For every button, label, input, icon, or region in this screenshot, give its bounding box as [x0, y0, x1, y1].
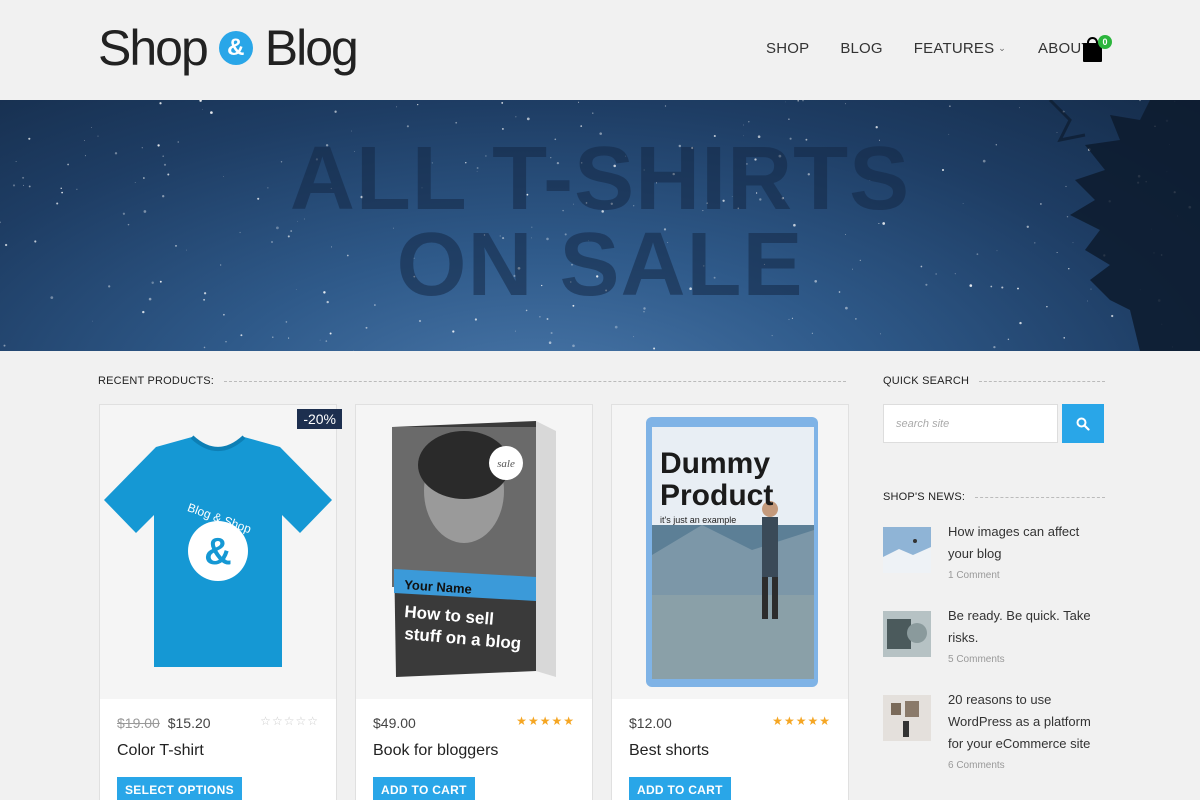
chevron-down-icon: ⌄ [998, 43, 1007, 53]
rating-stars: ★★★★★ [772, 714, 831, 728]
current-price: $12.00 [629, 715, 672, 731]
star-icon: ★ [551, 714, 564, 728]
product-price: $49.00 [373, 715, 416, 731]
logo-ampersand-icon: & [218, 31, 253, 65]
nav-item-features[interactable]: FEATURES ⌄ [914, 40, 1006, 57]
product-name[interactable]: Color T-shirt [117, 742, 204, 760]
search-button[interactable] [1062, 404, 1104, 443]
star-icon: ☆ [260, 714, 272, 728]
discount-badge: -20% [297, 409, 342, 429]
hero-banner[interactable]: ALL T-SHIRTS ON SALE [0, 100, 1200, 351]
dvd-title-line-2: Product [660, 479, 773, 512]
news-comments[interactable]: 1 Comment [948, 570, 1000, 581]
site-logo[interactable]: Shop & Blog [98, 20, 359, 76]
star-icon: ★ [795, 714, 808, 728]
book-sale-sticker: sale [497, 458, 515, 470]
cart-count-badge: 0 [1098, 35, 1112, 49]
hero-headline: ALL T-SHIRTS ON SALE [0, 129, 1200, 315]
product-card-best-shorts[interactable]: Dummy Product it's just an example $12.0… [611, 404, 849, 800]
add-to-cart-button[interactable]: ADD TO CART [629, 777, 731, 800]
news-item[interactable]: Be ready. Be quick. Take risks. 5 Commen… [883, 605, 1105, 675]
star-icon: ★ [516, 714, 528, 728]
heading-divider [979, 380, 1105, 382]
product-card-color-tshirt[interactable]: & Blog & Shop -20% $19.00 $15.20 ☆☆☆☆☆ C… [99, 404, 342, 800]
dvd-subtitle: it's just an example [660, 515, 736, 525]
recent-products-title: RECENT PRODUCTS: [98, 375, 215, 387]
current-price: $49.00 [373, 715, 416, 731]
product-price: $12.00 [629, 715, 672, 731]
star-icon: ★ [563, 714, 575, 728]
logo-text-shop: Shop [98, 20, 209, 76]
shops-news-heading: SHOP'S NEWS: [883, 491, 1105, 503]
news-title[interactable]: Be ready. Be quick. Take risks. [948, 605, 1108, 649]
product-image-dvd[interactable]: Dummy Product it's just an example [612, 405, 848, 699]
rating-stars: ☆☆☆☆☆ [260, 714, 319, 728]
hero-line-1: ALL T-SHIRTS [289, 129, 911, 229]
quick-search-heading: QUICK SEARCH [883, 375, 1105, 387]
star-icon: ☆ [271, 714, 284, 728]
news-comments[interactable]: 5 Comments [948, 654, 1005, 665]
star-icon: ☆ [283, 714, 296, 728]
product-name[interactable]: Book for bloggers [373, 742, 498, 760]
site-header: Shop & Blog SHOP BLOG FEATURES ⌄ ABOUT 0 [0, 0, 1200, 100]
dvd-illustration: Dummy Product it's just an example [646, 417, 818, 687]
svg-text:&: & [204, 531, 231, 573]
star-icon: ★ [819, 714, 831, 728]
star-icon: ★ [772, 714, 784, 728]
hero-line-2: ON SALE [396, 215, 804, 315]
product-image-tshirt[interactable]: & Blog & Shop [100, 405, 336, 699]
recent-products-heading: RECENT PRODUCTS: [98, 375, 846, 387]
product-image-book[interactable]: sale Your Name How to sell stuff on a bl… [356, 405, 592, 699]
current-price: $15.20 [167, 715, 211, 731]
dvd-title-line-1: Dummy [660, 447, 770, 480]
news-thumbnail[interactable] [883, 527, 931, 573]
star-icon: ☆ [295, 714, 308, 728]
logo-text-blog: Blog [264, 20, 359, 76]
news-thumbnail[interactable] [883, 695, 931, 741]
news-comments[interactable]: 6 Comments [948, 760, 1005, 771]
old-price: $19.00 [117, 715, 160, 731]
news-title[interactable]: 20 reasons to use WordPress as a platfor… [948, 689, 1108, 755]
star-icon: ★ [807, 714, 820, 728]
product-card-book-for-bloggers[interactable]: sale Your Name How to sell stuff on a bl… [355, 404, 593, 800]
add-to-cart-button[interactable]: ADD TO CART [373, 777, 475, 800]
star-icon: ★ [783, 714, 796, 728]
search-input[interactable] [883, 404, 1058, 443]
star-icon: ★ [527, 714, 540, 728]
book-illustration: sale Your Name How to sell stuff on a bl… [392, 421, 556, 677]
nav-item-blog[interactable]: BLOG [840, 40, 882, 57]
star-icon: ☆ [307, 714, 319, 728]
quick-search-title: QUICK SEARCH [883, 375, 970, 387]
news-item[interactable]: How images can affect your blog 1 Commen… [883, 521, 1105, 591]
main-nav: SHOP BLOG FEATURES ⌄ ABOUT [766, 40, 1091, 57]
cart-icon[interactable]: 0 [1083, 35, 1112, 64]
news-thumbnail[interactable] [883, 611, 931, 657]
nav-item-features-label: FEATURES [913, 40, 995, 57]
heading-divider [224, 380, 846, 382]
product-price: $19.00 $15.20 [117, 715, 211, 731]
star-icon: ★ [539, 714, 552, 728]
tshirt-illustration: & Blog & Shop [104, 435, 332, 667]
rating-stars: ★★★★★ [516, 714, 575, 728]
news-title[interactable]: How images can affect your blog [948, 521, 1108, 565]
heading-divider [975, 496, 1105, 498]
search-icon [1076, 417, 1090, 431]
select-options-button[interactable]: SELECT OPTIONS [117, 777, 242, 800]
news-item[interactable]: 20 reasons to use WordPress as a platfor… [883, 689, 1105, 779]
nav-item-shop[interactable]: SHOP [766, 40, 809, 57]
shops-news-title: SHOP'S NEWS: [883, 491, 966, 503]
product-name[interactable]: Best shorts [629, 742, 709, 760]
